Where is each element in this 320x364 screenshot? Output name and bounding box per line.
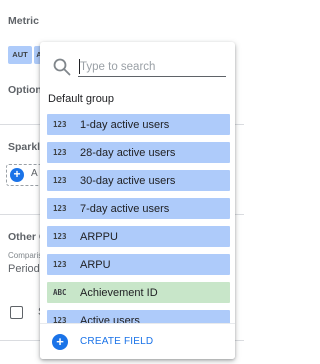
field-item-label: ARPPU xyxy=(80,230,118,243)
sparkline-section-label: Sparkli xyxy=(8,141,44,153)
metric-section-label: Metric xyxy=(8,15,39,27)
text-type-icon: ABC xyxy=(53,288,67,297)
field-item-label: Achievement ID xyxy=(80,286,158,299)
search-row xyxy=(40,42,235,88)
field-item[interactable]: 123 7-day active users xyxy=(47,198,230,219)
field-picker-dropdown: Default group 123 1-day active users 123… xyxy=(40,42,235,359)
number-type-icon: 123 xyxy=(53,148,67,157)
field-item-label: 1-day active users xyxy=(80,118,170,131)
number-type-icon: 123 xyxy=(53,120,67,129)
create-field-button[interactable]: + CREATE FIELD xyxy=(40,323,235,359)
number-type-icon: 123 xyxy=(53,260,67,269)
period-select[interactable]: Period xyxy=(8,263,40,275)
field-item-label: ARPU xyxy=(80,258,111,271)
number-type-icon: 123 xyxy=(53,176,67,185)
field-item-label: 30-day active users xyxy=(80,174,176,187)
field-item[interactable]: 123 ARPPU xyxy=(47,226,230,247)
field-item[interactable]: 123 1-day active users xyxy=(47,114,230,135)
field-item[interactable]: ABC Achievement ID xyxy=(47,282,230,303)
add-icon: + xyxy=(10,168,24,182)
field-item-label: Active users xyxy=(80,314,140,324)
search-input[interactable] xyxy=(78,58,226,77)
search-icon xyxy=(53,58,71,76)
field-list[interactable]: 123 1-day active users 123 28-day active… xyxy=(40,114,235,323)
number-type-icon: 123 xyxy=(53,232,67,241)
field-item[interactable]: 123 30-day active users xyxy=(47,170,230,191)
number-type-icon: 123 xyxy=(53,204,67,213)
add-icon: + xyxy=(52,334,68,350)
option-checkbox[interactable] xyxy=(10,306,23,319)
field-item[interactable]: 123 28-day active users xyxy=(47,142,230,163)
field-item[interactable]: 123 Active users xyxy=(47,310,230,323)
text-cursor xyxy=(79,59,80,74)
add-sparkline-text: A xyxy=(31,168,38,179)
metric-chip[interactable]: AUT xyxy=(8,46,32,64)
field-item-label: 7-day active users xyxy=(80,202,170,215)
comparison-label: Comparis xyxy=(8,251,43,260)
create-field-label: CREATE FIELD xyxy=(80,336,154,347)
number-type-icon: 123 xyxy=(53,316,67,323)
group-header: Default group xyxy=(48,93,115,105)
field-item[interactable]: 123 ARPU xyxy=(47,254,230,275)
field-item-label: 28-day active users xyxy=(80,146,176,159)
